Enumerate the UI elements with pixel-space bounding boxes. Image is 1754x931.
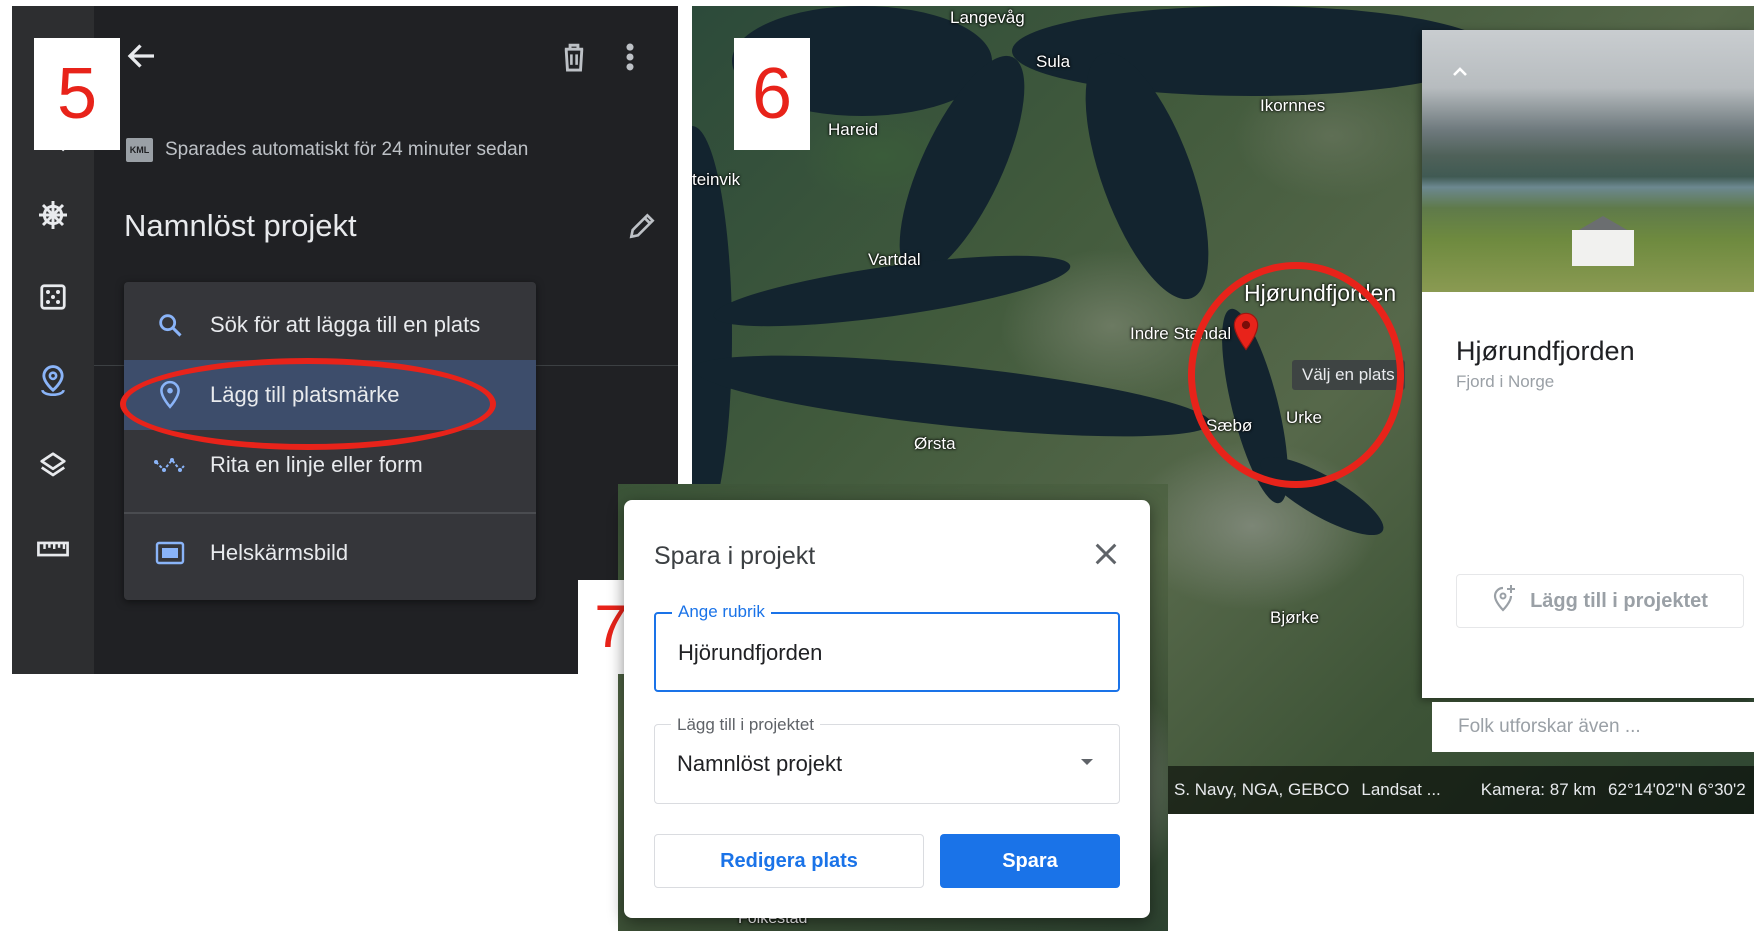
trash-icon[interactable] [558, 40, 590, 74]
save-to-project-dialog: Spara i projekt Ange rubrik Lägg till i … [624, 500, 1150, 918]
map-place-label: teinvik [692, 170, 741, 189]
project-title[interactable]: Namnlöst projekt [124, 208, 357, 244]
add-to-project-button[interactable]: Lägg till i projektet [1456, 574, 1744, 628]
project-select-label: Lägg till i projektet [671, 715, 821, 735]
line-shape-icon [150, 445, 190, 485]
dialog-title: Spara i projekt [654, 542, 816, 570]
place-info-card: Hjørundfjorden Fjord i Norge Lägg till i… [1422, 30, 1754, 698]
title-field-label: Ange rubrik [672, 602, 771, 622]
kml-file-icon: KML [126, 138, 153, 162]
menu-item-search-place[interactable]: Sök för att lägga till en plats [124, 290, 536, 360]
layers-icon[interactable] [34, 446, 72, 484]
save-button[interactable]: Spara [940, 834, 1120, 888]
back-arrow-icon[interactable] [124, 38, 160, 74]
camera-altitude: Kamera: 87 km [1480, 780, 1597, 799]
autosave-status: KML Sparades automatiskt för 24 minuter … [126, 138, 528, 162]
title-field[interactable]: Ange rubrik [654, 602, 1120, 692]
attribution-sources: S. Navy, NGA, GEBCO [1174, 780, 1350, 799]
menu-item-fullscreen-view[interactable]: Helskärmsbild [124, 518, 536, 588]
coordinates-readout: 62°14'02"N 6°30'2 [1608, 780, 1746, 799]
ruler-icon[interactable] [34, 530, 72, 568]
highlight-oval-annotation [120, 358, 496, 450]
place-subtitle: Fjord i Norge [1456, 372, 1555, 391]
project-select-value: Namnlöst projekt [677, 751, 843, 776]
map-attribution-bar: S. Navy, NGA, GEBCO Landsat ... Kamera: … [1162, 766, 1754, 814]
menu-item-label: Rita en linje eller form [210, 452, 423, 477]
fullscreen-icon [150, 533, 190, 573]
water-area [1012, 6, 1492, 96]
voyager-wheel-icon[interactable] [34, 196, 72, 234]
map-place-label: Sula [1036, 52, 1071, 71]
step-number-badge: 6 [734, 38, 810, 150]
search-icon [150, 305, 190, 345]
step-number: 5 [56, 54, 98, 134]
close-icon[interactable] [1090, 538, 1122, 570]
menu-divider [124, 512, 536, 514]
step-number: 7 [594, 593, 628, 660]
people-also-explore[interactable]: Folk utforskar även ... [1432, 702, 1754, 752]
edit-pencil-icon[interactable] [626, 210, 658, 242]
edit-place-button[interactable]: Redigera plats [654, 834, 924, 888]
map-place-label: Ørsta [914, 434, 956, 453]
map-place-label: Langevåg [950, 8, 1025, 27]
more-options-icon[interactable] [620, 40, 640, 74]
attribution-landsat: Landsat ... [1361, 780, 1441, 799]
dice-icon[interactable] [34, 278, 72, 316]
map-place-label: Bjørke [1270, 608, 1320, 627]
add-pin-icon [1492, 584, 1516, 618]
map-place-label: Ikornnes [1260, 96, 1326, 115]
highlight-circle-annotation [1188, 262, 1404, 488]
projects-pin-icon[interactable] [34, 362, 72, 400]
chevron-up-icon[interactable] [1448, 60, 1472, 84]
project-select[interactable]: Lägg till i projektet Namnlöst projekt [654, 715, 1120, 804]
title-input[interactable] [678, 640, 1078, 666]
map-place-label: Vartdal [868, 250, 921, 269]
step-number: 6 [751, 54, 793, 134]
dropdown-arrow-icon [1081, 759, 1093, 765]
google-earth-project-panel: 5 KML Sparades automatiskt för 24 minute… [12, 6, 678, 674]
autosave-text: Sparades automatiskt för 24 minuter seda… [165, 139, 529, 160]
menu-item-label: Sök för att lägga till en plats [210, 312, 481, 337]
step-number-badge: 5 [34, 38, 120, 150]
map-place-label: Hareid [828, 120, 879, 139]
menu-item-label: Helskärmsbild [210, 540, 349, 565]
place-title: Hjørundfjorden [1456, 336, 1635, 366]
add-to-project-label: Lägg till i projektet [1530, 589, 1708, 612]
